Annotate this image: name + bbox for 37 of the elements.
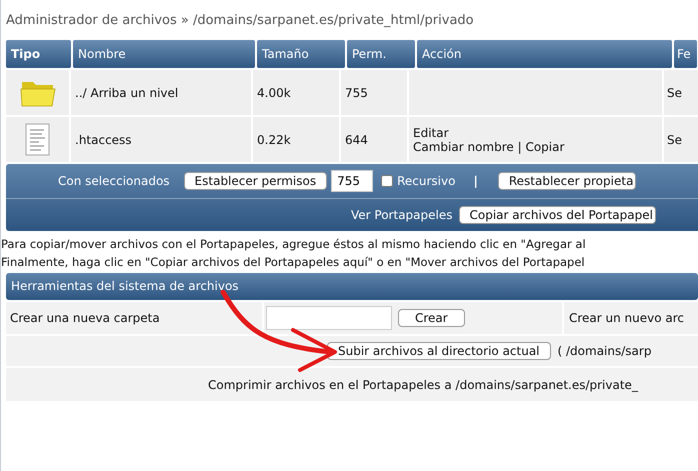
- column-header[interactable]: Perm.: [347, 40, 415, 68]
- selection-label: Con seleccionados: [58, 174, 170, 188]
- upload-button[interactable]: Subir archivos al directorio actual: [327, 342, 551, 360]
- info-text: Para copiar/mover archivos con el Portapapeles, agregue éstos al mismo haciendo clic en "Agregar al: [1, 236, 587, 253]
- file-permissions: 644: [345, 132, 368, 146]
- breadcrumb: Administrador de archivos » /domains/sarpanet.es/private_html/privado: [5, 12, 475, 28]
- new-file-label: Crear un nuevo arc: [569, 311, 684, 325]
- create-button[interactable]: Crear: [398, 309, 465, 327]
- column-header[interactable]: Acción: [417, 40, 672, 68]
- column-header[interactable]: Tipo: [6, 40, 71, 68]
- info-text: Finalmente, haga clic en "Copiar archivos del Portapapeles aquí" o en "Mover archivos del Portapapel: [1, 254, 586, 271]
- recursive-label: Recursivo: [397, 174, 456, 188]
- permissions-field[interactable]: 755: [331, 170, 374, 192]
- action-links[interactable]: Cambiar nombre | Copiar: [413, 140, 564, 154]
- action-links[interactable]: Editar: [413, 126, 449, 140]
- table-cell: Se: [667, 86, 682, 100]
- compress-text: Comprimir archivos en el Portapapeles a /domains/sarpanet.es/private_: [208, 378, 638, 392]
- new-folder-label: Crear una nueva carpeta: [10, 311, 160, 325]
- clipboard-label: Ver Portapapeles: [351, 208, 452, 222]
- file-name[interactable]: .htaccess: [75, 132, 132, 146]
- set-permissions-button[interactable]: Establecer permisos: [184, 172, 328, 190]
- document-icon: [24, 122, 50, 156]
- separator: |: [473, 174, 478, 188]
- upload-path: ( /domains/sarp: [558, 344, 652, 358]
- recursive-checkbox[interactable]: [381, 175, 394, 187]
- reset-owner-button[interactable]: Restablecer propieta: [498, 172, 636, 190]
- copy-clipboard-button[interactable]: Copiar archivos del Portapapel: [458, 206, 656, 224]
- file-permissions: 755: [345, 86, 368, 100]
- file-size: 4.00k: [257, 86, 291, 100]
- file-name[interactable]: ../ Arriba un nivel: [75, 86, 178, 100]
- section-header: Herramientas del sistema de archivos: [6, 273, 698, 300]
- table-cell: Se: [667, 132, 682, 146]
- column-header[interactable]: Fe: [674, 40, 697, 68]
- column-header[interactable]: Nombre: [73, 40, 255, 68]
- folder-name-field[interactable]: [266, 306, 392, 330]
- file-size: 0.22k: [257, 132, 291, 146]
- column-header[interactable]: Tamaño: [257, 40, 345, 68]
